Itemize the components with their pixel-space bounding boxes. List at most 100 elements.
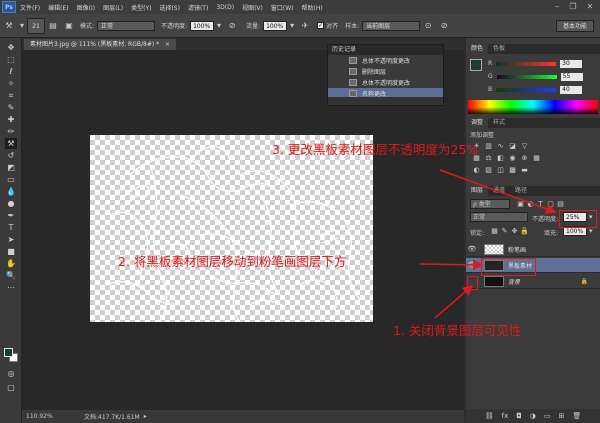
shape-tool-icon[interactable]: ■ (5, 246, 17, 257)
photo-filter-icon[interactable]: ◉ (508, 154, 517, 163)
tab-layers[interactable]: 图层 (466, 186, 489, 196)
filter-type-icon[interactable]: T (536, 200, 545, 209)
red-value-input[interactable]: 30 (560, 59, 583, 68)
vibrance-icon[interactable]: ▽ (520, 142, 529, 151)
hand-tool-icon[interactable]: ✋ (5, 258, 17, 269)
eyedropper-tool-icon[interactable]: ✎ (5, 102, 17, 113)
color-spectrum-bar[interactable] (468, 100, 598, 114)
clone-source-icon[interactable]: ▣ (63, 20, 75, 32)
close-icon[interactable]: ✕ (583, 1, 597, 12)
clone-stamp-tool-icon[interactable]: ⚒ (5, 138, 17, 149)
menu-3d[interactable]: 3D(D) (216, 4, 234, 11)
brush-tool-icon[interactable]: ✏ (5, 126, 17, 137)
tab-swatches[interactable]: 色板 (488, 44, 510, 54)
document-tab[interactable]: 素材图片3.jpg @ 111% (黑板素材, RGB/8#) * × (24, 39, 177, 50)
brush-size-preset[interactable]: 21 (27, 17, 45, 34)
menu-filter[interactable]: 滤镜(T) (188, 3, 208, 12)
align-checkbox[interactable]: ✓ (317, 22, 325, 29)
layer-row-background[interactable]: 背景 🔒 (466, 274, 600, 289)
menu-edit[interactable]: 编辑(E) (48, 3, 68, 12)
layer-row-chalk[interactable]: 👁 粉笔画 (466, 242, 600, 257)
filter-smart-icon[interactable]: ▤ (556, 200, 565, 209)
delete-layer-icon[interactable]: 🗑 (572, 412, 581, 420)
tab-paths[interactable]: 路径 (510, 186, 532, 196)
lock-transparent-icon[interactable]: ▦ (490, 227, 499, 236)
black-white-icon[interactable]: ◧ (496, 154, 505, 163)
green-value-input[interactable]: 55 (560, 72, 583, 81)
menu-help[interactable]: 帮助(H) (302, 3, 323, 12)
lock-all-icon[interactable]: 🔒 (520, 227, 529, 236)
filter-pixel-icon[interactable]: ▣ (516, 200, 525, 209)
type-tool-icon[interactable]: T (5, 222, 17, 233)
new-layer-icon[interactable]: ⊞ (559, 412, 565, 420)
blend-mode-select[interactable]: 正常 (470, 212, 528, 222)
history-brush-tool-icon[interactable]: ↺ (5, 150, 17, 161)
quick-mask-icon[interactable]: ◎ (5, 368, 17, 379)
group-icon[interactable]: ▭ (544, 412, 551, 420)
exposure-icon[interactable]: ◪ (508, 142, 517, 151)
layer-style-icon[interactable]: fx (502, 412, 509, 420)
blur-tool-icon[interactable]: 💧 (5, 186, 17, 197)
lock-pixels-icon[interactable]: ✎ (500, 227, 509, 236)
curves-icon[interactable]: ∿ (496, 142, 505, 151)
minimize-icon[interactable]: – (550, 1, 564, 12)
workspace-button[interactable]: 基本功能 (555, 20, 594, 32)
lock-position-icon[interactable]: ✥ (510, 227, 519, 236)
posterize-icon[interactable]: ▨ (484, 166, 493, 175)
visibility-eye-icon[interactable]: 👁 (466, 261, 478, 269)
path-selection-tool-icon[interactable]: ➤ (5, 234, 17, 245)
brush-panel-icon[interactable]: ▤ (47, 20, 59, 32)
clone-stamp-tool-icon[interactable]: ⚒ (3, 20, 15, 32)
menu-view[interactable]: 视图(V) (242, 3, 263, 12)
gradient-map-icon[interactable]: ▬ (520, 166, 529, 175)
red-slider[interactable] (496, 61, 557, 66)
menu-window[interactable]: 窗口(W) (271, 3, 294, 12)
gradient-tool-icon[interactable]: ▭ (5, 174, 17, 185)
lasso-tool-icon[interactable]: ℓ (5, 66, 17, 77)
blue-slider[interactable] (496, 87, 557, 92)
green-slider[interactable] (496, 74, 557, 79)
link-layers-icon[interactable]: ⛓ (485, 412, 494, 420)
magic-wand-tool-icon[interactable]: ✧ (5, 78, 17, 89)
menu-file[interactable]: 文件(F) (20, 3, 40, 12)
tab-color[interactable]: 颜色 (466, 44, 489, 54)
zoom-tool-icon[interactable]: 🔍 (5, 270, 17, 281)
add-mask-icon[interactable]: ◘ (516, 412, 522, 420)
airbrush-icon[interactable]: ✈ (299, 20, 311, 32)
close-icon[interactable]: × (165, 41, 170, 48)
pressure-size-icon[interactable]: ⊘ (438, 20, 450, 32)
visibility-eye-icon[interactable]: 👁 (466, 245, 478, 253)
menu-type[interactable]: 类型(Y) (131, 3, 151, 12)
sample-select[interactable]: 当前图层 (362, 20, 421, 31)
chevron-down-icon[interactable]: ▾ (216, 20, 222, 32)
blue-value-input[interactable]: 40 (560, 85, 583, 94)
color-balance-icon[interactable]: ⚖ (484, 154, 493, 163)
threshold-icon[interactable]: ◫ (496, 166, 505, 175)
crop-tool-icon[interactable]: ⌗ (5, 90, 17, 101)
tab-channels[interactable]: 通道 (488, 186, 510, 196)
more-tools-icon[interactable]: ⋯ (5, 282, 17, 293)
filter-adjust-icon[interactable]: ◐ (526, 200, 535, 209)
healing-brush-tool-icon[interactable]: ✚ (5, 114, 17, 125)
flow-input[interactable]: 100% (263, 20, 288, 31)
restore-icon[interactable]: ❐ (566, 1, 580, 12)
chevron-right-icon[interactable]: ▸ (144, 413, 147, 420)
channel-mixer-icon[interactable]: ⊕ (520, 154, 529, 163)
layer-filter-select[interactable]: ρ 类型 (470, 199, 510, 209)
pen-tool-icon[interactable]: ✒ (5, 210, 17, 221)
move-tool-icon[interactable]: ✥ (5, 42, 17, 53)
ignore-adjustment-icon[interactable]: ⊙ (422, 20, 434, 32)
foreground-color-swatch[interactable] (470, 59, 482, 71)
levels-icon[interactable]: ▥ (484, 142, 493, 151)
chevron-down-icon[interactable]: ▾ (19, 20, 25, 32)
chevron-down-icon[interactable]: ▾ (589, 227, 593, 235)
selective-color-icon[interactable]: ▩ (508, 166, 517, 175)
adjustment-layer-icon[interactable]: ◑ (530, 412, 536, 420)
zoom-level[interactable]: 110.92% (26, 413, 76, 420)
menu-select[interactable]: 选择(S) (159, 3, 180, 12)
screen-mode-icon[interactable]: ▢ (5, 382, 17, 393)
menu-image[interactable]: 图像(I) (77, 3, 95, 12)
pressure-opacity-icon[interactable]: ⊘ (226, 20, 238, 32)
tab-styles[interactable]: 样式 (488, 118, 510, 128)
mode-select[interactable]: 正常 (97, 20, 156, 31)
